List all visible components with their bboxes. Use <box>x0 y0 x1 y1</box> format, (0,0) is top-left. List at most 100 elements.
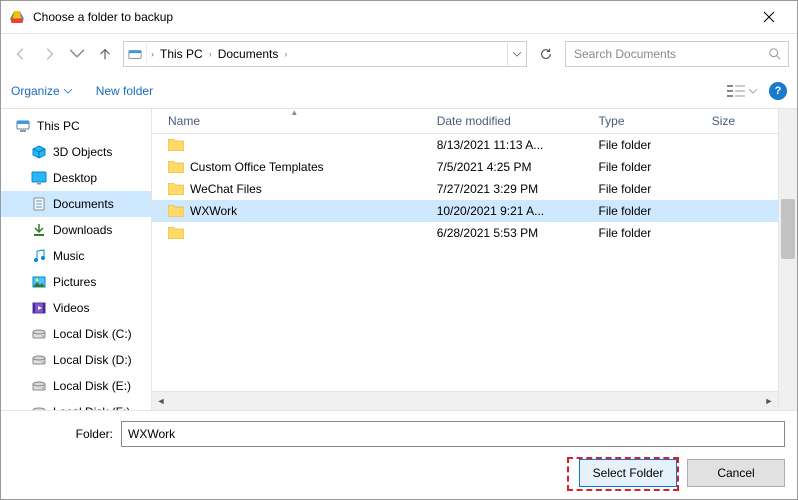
scroll-track[interactable] <box>170 392 760 410</box>
scroll-thumb[interactable] <box>781 199 795 259</box>
disk-icon <box>31 326 47 342</box>
tree-item[interactable]: Downloads <box>1 217 151 243</box>
vertical-scrollbar[interactable] <box>778 109 797 410</box>
organize-button[interactable]: Organize <box>11 84 72 98</box>
cell-name: Custom Office Templates <box>160 160 429 174</box>
scroll-left-button[interactable]: ◄ <box>152 392 170 410</box>
horizontal-scrollbar[interactable]: ◄ ► <box>152 391 778 410</box>
column-type[interactable]: Type <box>591 114 704 128</box>
file-row[interactable]: 6/28/2021 5:53 PMFile folder <box>152 222 778 244</box>
newfolder-label: New folder <box>96 84 153 98</box>
sort-indicator-icon: ▲ <box>290 108 298 117</box>
scroll-right-button[interactable]: ► <box>760 392 778 410</box>
pc-icon <box>15 118 31 134</box>
folder-input[interactable] <box>121 421 785 447</box>
tree-item[interactable]: Music <box>1 243 151 269</box>
file-row[interactable]: WeChat Files7/27/2021 3:29 PMFile folder <box>152 178 778 200</box>
tree-item-label: Local Disk (D:) <box>53 353 132 367</box>
folder-label: Folder: <box>13 427 113 441</box>
nav-arrows <box>9 42 117 66</box>
tree-item[interactable]: This PC <box>1 113 151 139</box>
folder-icon <box>168 161 184 173</box>
cell-type: File folder <box>591 182 704 196</box>
bottom-bar: Folder: Select Folder Cancel <box>1 410 797 499</box>
docs-icon <box>31 196 47 212</box>
file-row[interactable]: WXWork 10/20/2021 9:21 A...File folder <box>152 200 778 222</box>
tree-item[interactable]: Local Disk (C:) <box>1 321 151 347</box>
file-name: Custom Office Templates <box>190 160 324 174</box>
toolbar: Organize New folder ? <box>1 74 797 109</box>
address-dropdown[interactable] <box>507 43 526 65</box>
cell-name <box>160 227 429 239</box>
tree-item-label: Local Disk (C:) <box>53 327 132 341</box>
cell-date: 7/5/2021 4:25 PM <box>429 160 591 174</box>
tree-item-label: Local Disk (F:) <box>53 405 130 410</box>
tree-item[interactable]: Desktop <box>1 165 151 191</box>
file-rows[interactable]: 8/13/2021 11:13 A...File folderCustom Of… <box>152 134 778 391</box>
tree-item[interactable]: Local Disk (F:) <box>1 399 151 410</box>
search-box[interactable] <box>565 41 789 67</box>
file-row[interactable]: 8/13/2021 11:13 A...File folder <box>152 134 778 156</box>
nav-tree[interactable]: This PC3D ObjectsDesktopDocuments Downloa… <box>1 109 152 410</box>
disk-icon <box>31 378 47 394</box>
column-name[interactable]: ▲ Name <box>160 114 429 128</box>
cell-name: WeChat Files <box>160 182 429 196</box>
desktop-icon <box>31 170 47 186</box>
view-options-button[interactable] <box>727 84 757 98</box>
music-icon <box>31 248 47 264</box>
navigation-row: › This PC › Documents › <box>1 34 797 74</box>
cell-type: File folder <box>591 138 704 152</box>
videos-icon <box>31 300 47 316</box>
tree-item[interactable]: Local Disk (E:) <box>1 373 151 399</box>
pictures-icon <box>31 274 47 290</box>
up-button[interactable] <box>93 42 117 66</box>
file-name: WXWork <box>190 204 237 218</box>
drive-icon <box>9 9 25 25</box>
disk-icon <box>31 404 47 410</box>
breadcrumb-root[interactable]: This PC <box>156 43 207 65</box>
cell-type: File folder <box>591 204 704 218</box>
folder-icon <box>168 227 184 239</box>
forward-button[interactable] <box>37 42 61 66</box>
cell-type: File folder <box>591 160 704 174</box>
history-dropdown[interactable] <box>65 42 89 66</box>
tree-item[interactable]: Documents <box>1 191 151 217</box>
address-bar[interactable]: › This PC › Documents › <box>123 41 527 67</box>
back-button[interactable] <box>9 42 33 66</box>
tree-item[interactable]: Local Disk (D:) <box>1 347 151 373</box>
help-button[interactable]: ? <box>769 82 787 100</box>
chevron-down-icon <box>64 89 72 94</box>
folder-icon <box>168 205 184 217</box>
dialog-window: Choose a folder to backup › This PC › Do… <box>0 0 798 500</box>
cancel-button[interactable]: Cancel <box>687 459 785 487</box>
folder-icon <box>168 139 184 151</box>
column-date[interactable]: Date modified <box>429 114 591 128</box>
downloads-icon <box>31 222 47 238</box>
tree-item[interactable]: 3D Objects <box>1 139 151 165</box>
3d-icon <box>31 144 47 160</box>
organize-label: Organize <box>11 84 60 98</box>
search-icon <box>768 47 782 61</box>
file-name: WeChat Files <box>190 182 262 196</box>
select-folder-button[interactable]: Select Folder <box>579 459 677 487</box>
tree-item[interactable]: Pictures <box>1 269 151 295</box>
breadcrumb-folder[interactable]: Documents <box>214 43 283 65</box>
cell-date: 10/20/2021 9:21 A... <box>429 204 591 218</box>
cell-date: 6/28/2021 5:53 PM <box>429 226 591 240</box>
chevron-right-icon: › <box>282 49 289 59</box>
close-button[interactable] <box>749 3 789 31</box>
tree-item[interactable]: Videos <box>1 295 151 321</box>
dialog-title: Choose a folder to backup <box>33 10 749 24</box>
refresh-button[interactable] <box>533 41 559 67</box>
file-row[interactable]: Custom Office Templates 7/5/2021 4:25 PMF… <box>152 156 778 178</box>
new-folder-button[interactable]: New folder <box>96 84 153 98</box>
body: This PC3D ObjectsDesktopDocuments Downloa… <box>1 109 797 410</box>
tree-item-label: Downloads <box>53 223 112 237</box>
cell-type: File folder <box>591 226 704 240</box>
column-size[interactable]: Size <box>704 114 778 128</box>
cell-name: WXWork <box>160 204 429 218</box>
address-icon <box>124 43 147 65</box>
search-input[interactable] <box>572 46 768 62</box>
tree-item-label: Music <box>53 249 84 263</box>
cell-name <box>160 139 429 151</box>
